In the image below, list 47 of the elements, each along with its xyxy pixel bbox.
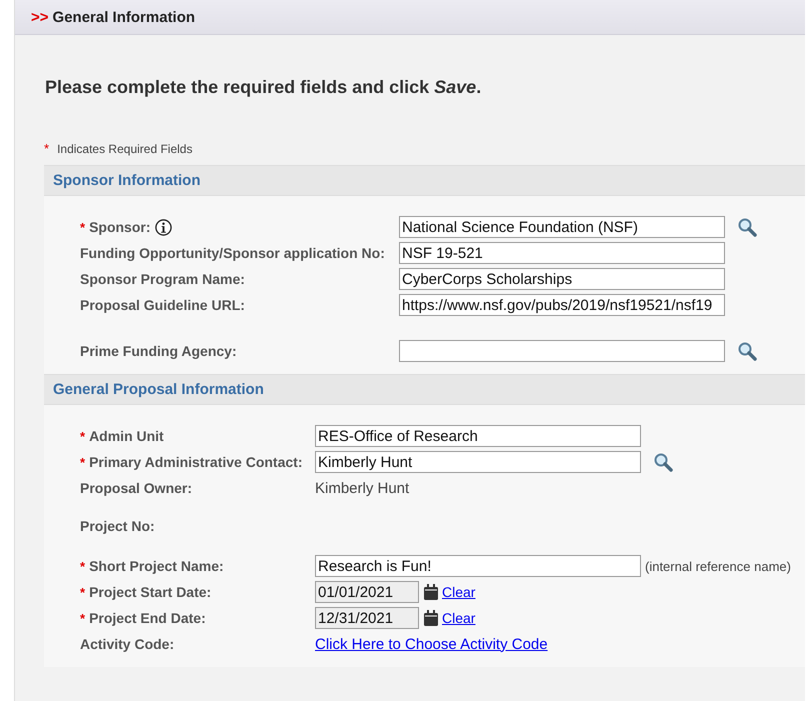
field-label: Funding Opportunity/Sponsor application No: [80, 245, 385, 261]
field-label: Short Project Name: [89, 558, 224, 574]
field-hint: (internal reference name) [645, 558, 791, 574]
instruction-text: Please complete the required fields and click Save. [45, 77, 482, 99]
date-field[interactable]: 01/01/2021 [315, 581, 419, 603]
input-field[interactable]: https://www.nsf.gov/pubs/2019/nsf19521/nsf19 [399, 294, 725, 316]
section-marker: >> [31, 8, 49, 26]
search-icon[interactable] [737, 217, 757, 237]
search-icon[interactable] [653, 452, 673, 472]
field-label: Proposal Owner: [80, 480, 192, 496]
input-field[interactable]: NSF 19-521 [399, 242, 725, 264]
required-mark: * [44, 141, 50, 156]
input-field[interactable]: Research is Fun! [315, 555, 641, 577]
page-title: General Information [52, 8, 196, 26]
field-label: Admin Unit [89, 428, 164, 444]
input-field[interactable]: CyberCorps Scholarships [399, 268, 725, 290]
required-mark: * [80, 454, 86, 470]
clear-link[interactable]: Clear [442, 584, 476, 600]
section-title: General Proposal Information [44, 374, 805, 405]
clear-link[interactable]: Clear [442, 610, 476, 626]
calendar-icon[interactable] [424, 610, 438, 626]
required-mark: * [80, 558, 86, 574]
calendar-icon[interactable] [424, 584, 438, 600]
field-label: Activity Code: [80, 636, 174, 652]
activity-code-link[interactable]: Click Here to Choose Activity Code [315, 636, 548, 652]
legend-text: Indicates Required Fields [57, 142, 192, 156]
required-mark: * [80, 584, 86, 600]
field-label: Project Start Date: [89, 584, 212, 600]
input-field[interactable]: RES-Office of Research [315, 425, 641, 447]
field-label: Sponsor: [89, 219, 151, 235]
field-value: Kimberly Hunt [315, 480, 410, 496]
field-label: Prime Funding Agency: [80, 343, 237, 359]
field-label: Primary Administrative Contact: [89, 454, 302, 470]
date-field[interactable]: 12/31/2021 [315, 607, 419, 629]
field-label: Project End Date: [89, 610, 206, 626]
required-mark: * [80, 220, 86, 234]
required-mark: * [80, 610, 86, 626]
input-field[interactable]: Kimberly Hunt [315, 451, 641, 473]
field-label: Proposal Guideline URL: [80, 297, 245, 313]
input-field[interactable] [399, 340, 725, 362]
info-icon[interactable] [154, 218, 172, 236]
search-icon[interactable] [737, 341, 757, 361]
field-label: Sponsor Program Name: [80, 271, 245, 287]
field-label: Project No: [80, 518, 155, 534]
section-title: Sponsor Information [44, 165, 805, 196]
required-mark: * [80, 428, 86, 444]
input-field[interactable]: National Science Foundation (NSF) [399, 216, 725, 238]
